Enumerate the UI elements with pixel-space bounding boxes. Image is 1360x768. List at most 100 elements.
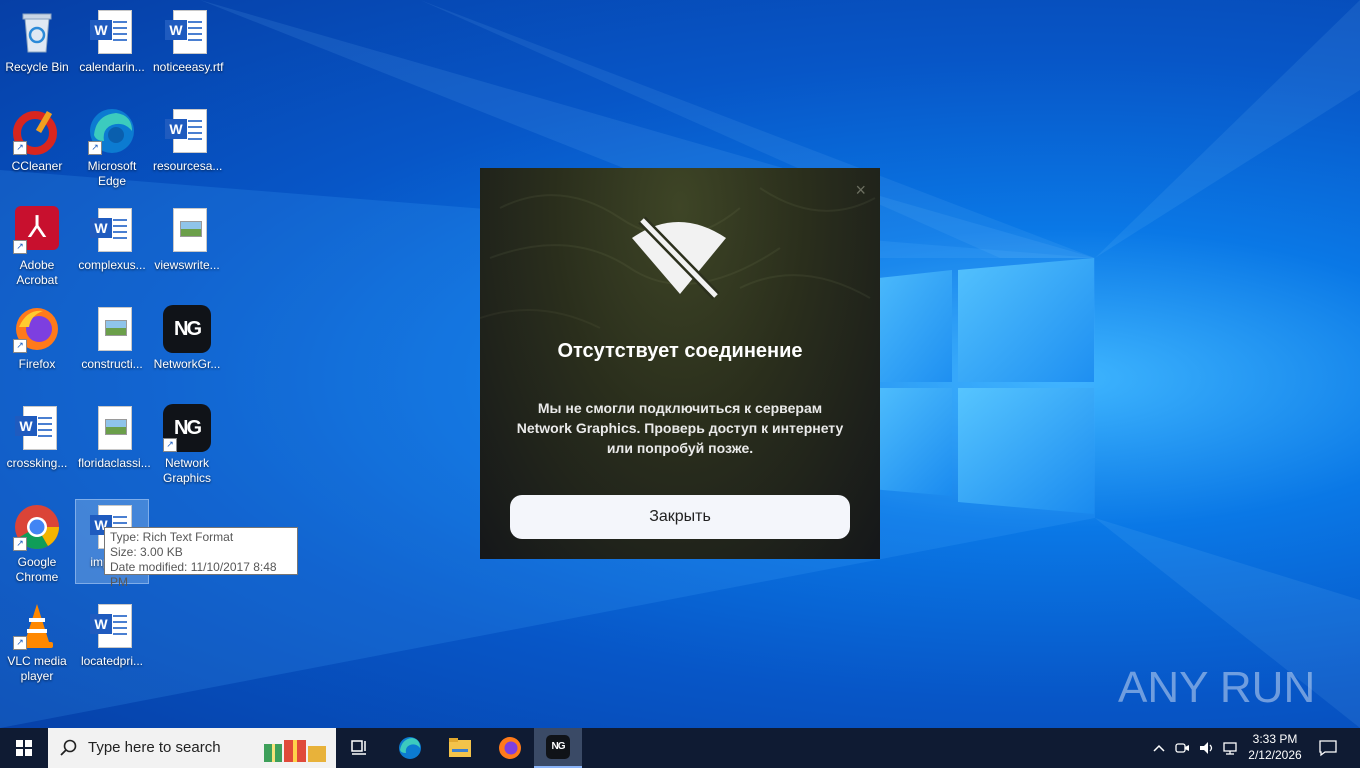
- recycle-bin-icon: [13, 8, 61, 56]
- desktop-icon-adobe-acrobat[interactable]: ⅄ ↗ Adobe Acrobat: [1, 198, 73, 288]
- word-document-icon: W: [13, 404, 61, 452]
- dialog-message-line: Мы не смогли подключиться к серверам: [537, 400, 823, 416]
- tooltip-size: Size: 3.00 KB: [110, 545, 183, 559]
- icon-label: Google Chrome: [15, 555, 59, 584]
- icon-label: complexus...: [78, 258, 146, 272]
- word-document-icon: W: [88, 206, 136, 254]
- watermark-text: ANY RUN: [1118, 663, 1316, 712]
- windows-logo-wallpaper: [860, 258, 1094, 514]
- dialog-message: Мы не смогли подключиться к серверам Net…: [510, 398, 850, 458]
- edge-icon: [399, 737, 421, 759]
- desktop-icon-floridaclassi[interactable]: floridaclassi...: [76, 396, 151, 471]
- word-document-icon: W: [163, 107, 211, 155]
- shortcut-arrow-icon: ↗: [13, 636, 27, 650]
- windows-start-icon: [16, 740, 32, 756]
- search-placeholder: Type here to search: [88, 739, 221, 756]
- taskbar-network-graphics[interactable]: NG: [534, 728, 582, 768]
- word-document-icon: W: [88, 8, 136, 56]
- taskbar: Type here to search NG 3:33 PM 2/12/2026: [0, 728, 1360, 768]
- icon-label: locatedpri...: [80, 654, 144, 668]
- meet-now-icon[interactable]: [1174, 740, 1190, 756]
- shortcut-arrow-icon: ↗: [13, 537, 27, 551]
- close-button[interactable]: Закрыть: [510, 495, 850, 539]
- desktop-icon-google-chrome[interactable]: ↗ Google Chrome: [1, 495, 73, 585]
- task-view-icon: [351, 740, 366, 755]
- desktop-icon-firefox[interactable]: ↗ Firefox: [1, 297, 73, 372]
- desktop-icon-crossking[interactable]: W crossking...: [1, 396, 73, 471]
- image-file-icon: [88, 305, 136, 353]
- tooltip-type: Type: Rich Text Format: [110, 530, 234, 544]
- taskbar-edge[interactable]: [386, 728, 434, 768]
- search-icon: [60, 739, 77, 756]
- tooltip-date-modified: Date modified: 11/10/2017 8:48 PM: [110, 560, 277, 589]
- shortcut-arrow-icon: ↗: [13, 339, 27, 353]
- icon-label: Firefox: [18, 357, 56, 371]
- taskbar-search-box[interactable]: Type here to search: [48, 728, 336, 768]
- folder-icon: [449, 738, 471, 757]
- icon-label: resourcesa...: [153, 159, 223, 173]
- desktop-icon-locatedpri[interactable]: W locatedpri...: [76, 594, 148, 669]
- icon-label: floridaclassi...: [78, 456, 151, 470]
- edge-icon: ↗: [88, 107, 136, 155]
- firefox-icon: [499, 737, 521, 759]
- shortcut-arrow-icon: ↗: [163, 438, 177, 452]
- dialog-message-line: или попробуй позже.: [606, 440, 754, 456]
- icon-label: Microsoft Edge: [87, 159, 137, 188]
- word-document-icon: W: [88, 602, 136, 650]
- desktop-icon-network-graphics[interactable]: NG ↗ Network Graphics: [151, 396, 223, 486]
- icon-label: NetworkGr...: [153, 357, 221, 371]
- vlc-cone-icon: ↗: [13, 602, 61, 650]
- notification-center-icon[interactable]: [1318, 739, 1338, 757]
- desktop-icon-ccleaner[interactable]: ↗ CCleaner: [1, 99, 73, 174]
- taskbar-file-explorer[interactable]: [436, 728, 484, 768]
- network-graphics-icon: NG: [163, 305, 211, 353]
- connection-error-dialog: × Отсутствует соединение Мы не смогли по…: [480, 168, 880, 559]
- file-tooltip: Type: Rich Text Format Size: 3.00 KB Dat…: [104, 527, 298, 589]
- chrome-icon: ↗: [13, 503, 61, 551]
- desktop-icon-constructi[interactable]: constructi...: [76, 297, 148, 372]
- network-icon[interactable]: [1222, 740, 1240, 756]
- wifi-off-icon: [632, 216, 726, 300]
- desktop-icon-vlc[interactable]: ↗ VLC media player: [1, 594, 73, 684]
- start-button[interactable]: [0, 728, 48, 768]
- dialog-title: Отсутствует соединение: [557, 340, 803, 362]
- desktop-icon-calendarin[interactable]: W calendarin...: [76, 0, 148, 75]
- firefox-icon: ↗: [13, 305, 61, 353]
- image-file-icon: [163, 206, 211, 254]
- icon-label: Network Graphics: [162, 456, 212, 485]
- word-document-icon: W: [163, 8, 211, 56]
- clock-date: 2/12/2026: [1248, 748, 1302, 762]
- shortcut-arrow-icon: ↗: [13, 240, 27, 254]
- icon-label: Recycle Bin: [5, 60, 69, 74]
- taskbar-firefox[interactable]: [486, 728, 534, 768]
- taskbar-clock[interactable]: 3:33 PM 2/12/2026: [1240, 731, 1310, 763]
- clock-time: 3:33 PM: [1252, 732, 1298, 746]
- icon-label: calendarin...: [79, 60, 145, 74]
- desktop-icon-networkgr[interactable]: NG NetworkGr...: [151, 297, 223, 372]
- desktop-icon-microsoft-edge[interactable]: ↗ Microsoft Edge: [76, 99, 148, 189]
- ccleaner-icon: ↗: [13, 107, 61, 155]
- anyrun-watermark: ANY RUN: [1118, 655, 1318, 721]
- desktop: Recycle Bin ↗ CCleaner ⅄ ↗ Adobe Acrobat…: [0, 0, 1360, 728]
- desktop-icon-recycle-bin[interactable]: Recycle Bin: [1, 0, 73, 75]
- taskbar-task-view[interactable]: [336, 728, 384, 768]
- desktop-icon-resourcesa[interactable]: W resourcesa...: [151, 99, 223, 174]
- desktop-icon-complexus[interactable]: W complexus...: [76, 198, 148, 273]
- network-graphics-icon: NG ↗: [163, 404, 211, 452]
- icon-label: CCleaner: [11, 159, 63, 173]
- icon-label: Adobe Acrobat: [16, 258, 58, 287]
- close-icon[interactable]: ×: [855, 180, 866, 201]
- shortcut-arrow-icon: ↗: [88, 141, 102, 155]
- icon-label: viewswrite...: [154, 258, 220, 272]
- dialog-message-line: Network Graphics. Проверь доступ к интер…: [516, 420, 844, 436]
- icon-label: VLC media player: [7, 654, 67, 683]
- desktop-icon-noticeeasy[interactable]: W noticeeasy.rtf: [151, 0, 223, 75]
- image-file-icon: [88, 404, 136, 452]
- icon-label: noticeeasy.rtf: [153, 60, 224, 74]
- volume-icon[interactable]: [1198, 740, 1216, 756]
- icon-label: constructi...: [81, 357, 143, 371]
- chevron-up-icon[interactable]: [1152, 742, 1166, 754]
- network-graphics-icon: NG: [546, 735, 570, 759]
- adobe-acrobat-icon: ⅄ ↗: [13, 206, 61, 254]
- desktop-icon-viewswrite[interactable]: viewswrite...: [151, 198, 223, 273]
